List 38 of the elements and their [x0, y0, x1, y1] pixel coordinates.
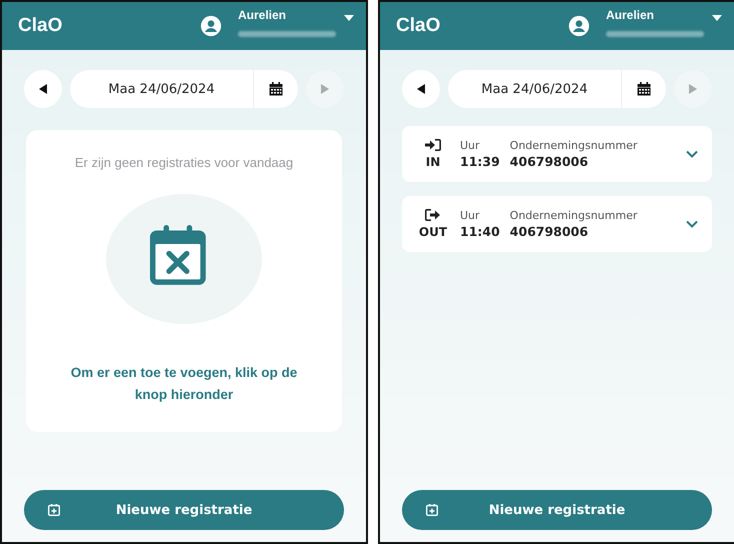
company-number-value: 406798006	[510, 154, 590, 169]
new-registration-button[interactable]: Nieuwe registratie	[402, 490, 712, 530]
user-avatar-icon[interactable]	[568, 15, 590, 37]
company-number-value: 406798006	[510, 224, 590, 239]
time-value: 11:39	[460, 154, 500, 169]
date-text[interactable]: Maa 24/06/2024	[70, 82, 253, 96]
user-name[interactable]: Aurelien	[238, 8, 336, 22]
caret-icon[interactable]	[712, 15, 722, 21]
date-selector[interactable]: Maa 24/06/2024	[70, 70, 298, 108]
empty-hint: Om er een toe te voegen, klik op de knop hieronder	[70, 364, 298, 404]
empty-message: Er zijn geen registraties voor vandaag	[74, 154, 294, 172]
sign-out-icon	[425, 209, 441, 221]
user-name[interactable]: Aurelien	[606, 8, 704, 22]
app-logo: ClaO	[18, 15, 62, 37]
time-label: Uur	[460, 139, 481, 152]
date-selector[interactable]: Maa 24/06/2024	[448, 70, 666, 108]
date-text[interactable]: Maa 24/06/2024	[448, 82, 621, 96]
previous-day-button[interactable]	[402, 70, 440, 108]
calendar-icon[interactable]	[269, 82, 283, 96]
calendar-plus-icon	[48, 504, 60, 516]
direction-label: OUT	[418, 225, 448, 239]
chevron-down-icon[interactable]	[686, 220, 698, 228]
user-avatar-icon[interactable]	[200, 15, 222, 37]
company-number-label: Ondernemingsnummer	[510, 209, 638, 222]
calendar-plus-icon	[426, 504, 438, 516]
direction-label: IN	[426, 155, 440, 169]
sign-in-icon	[425, 139, 441, 151]
time-value: 11:40	[460, 224, 500, 239]
registration-card[interactable]: IN Uur 11:39 Ondernemingsnummer 406798006	[402, 126, 712, 182]
time-label: Uur	[460, 209, 481, 222]
previous-day-button[interactable]	[24, 70, 62, 108]
chevron-down-icon[interactable]	[686, 150, 698, 158]
calendar-icon[interactable]	[637, 82, 651, 96]
registration-card[interactable]: OUT Uur 11:40 Ondernemingsnummer 406798006	[402, 196, 712, 252]
app-logo: ClaO	[396, 15, 440, 37]
company-number-label: Ondernemingsnummer	[510, 139, 638, 152]
new-registration-button[interactable]: Nieuwe registratie	[24, 490, 344, 530]
caret-icon[interactable]	[344, 15, 354, 21]
